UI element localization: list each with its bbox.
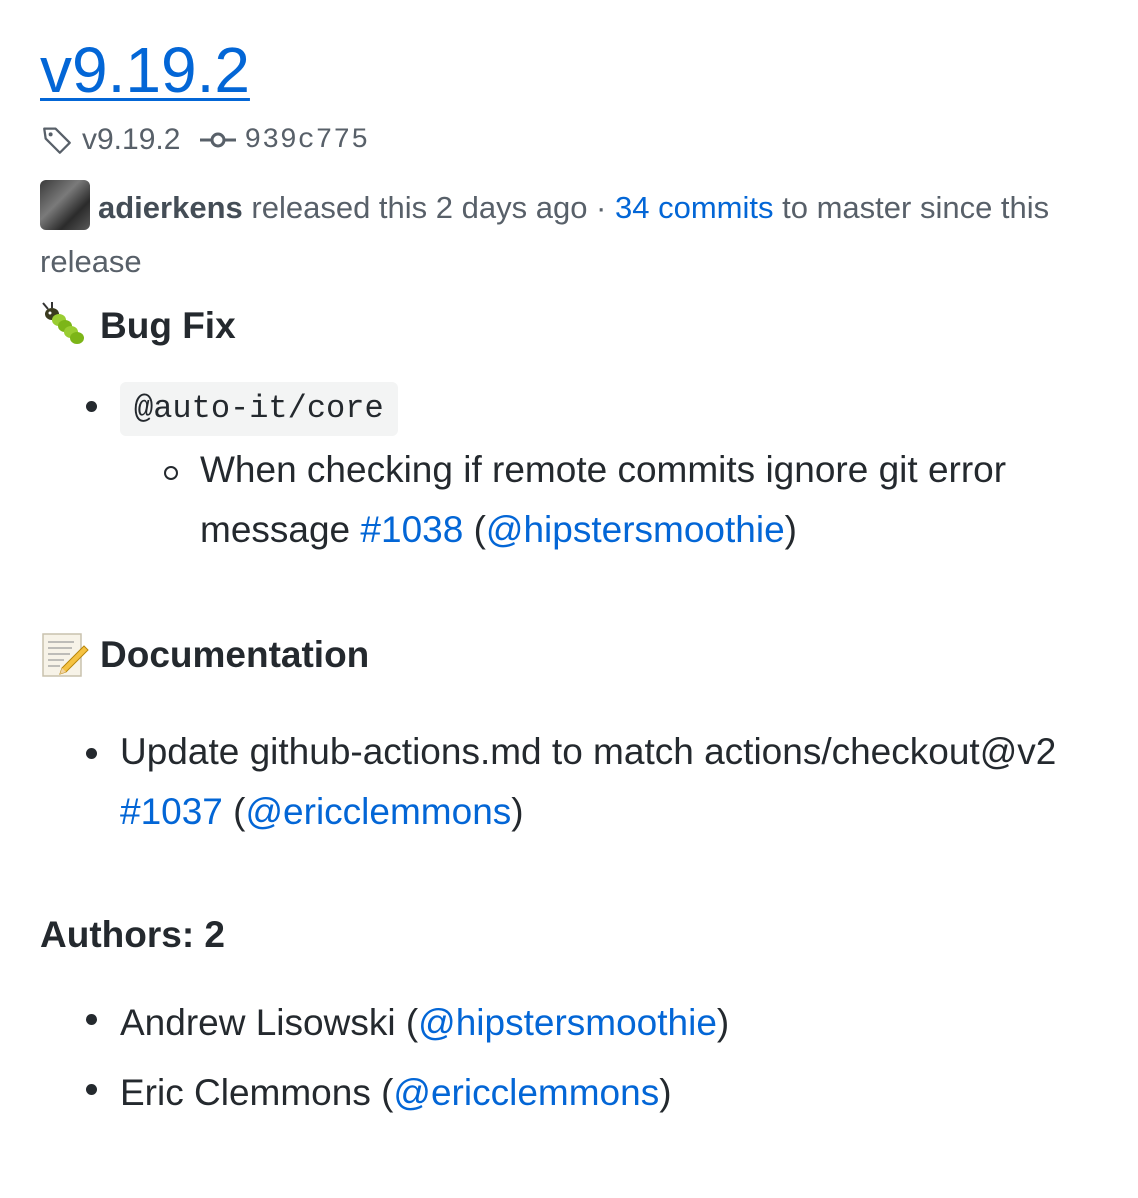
list-item: @auto-it/core When checking if remote co… bbox=[86, 375, 1098, 560]
docs-item-text: Update github-actions.md to match action… bbox=[120, 731, 1057, 772]
author-item: Eric Clemmons (@ericclemmons) bbox=[86, 1058, 1098, 1128]
commit-icon bbox=[200, 132, 237, 148]
tag-icon bbox=[43, 127, 71, 154]
tag-link[interactable]: v9.19.2 bbox=[82, 123, 180, 157]
memo-emoji-icon bbox=[42, 633, 89, 677]
user-link-ericclemmons[interactable]: @ericclemmons bbox=[393, 1072, 659, 1113]
pr-link-1038[interactable]: #1038 bbox=[360, 509, 463, 550]
release-card: v9.19.2 v9.19.2 939c775 adierkens releas… bbox=[0, 0, 1138, 1128]
user-link-hipstersmoothie[interactable]: @hipstersmoothie bbox=[418, 1002, 717, 1043]
author-link[interactable]: adierkens bbox=[98, 190, 243, 225]
list-item: When checking if remote commits ignore g… bbox=[164, 440, 1098, 560]
release-title-link[interactable]: v9.19.2 bbox=[40, 30, 250, 110]
avatar[interactable] bbox=[40, 180, 90, 230]
docs-title: Documentation bbox=[100, 634, 370, 675]
close-paren: ) bbox=[659, 1072, 672, 1113]
commit-link[interactable]: 939c775 bbox=[244, 125, 369, 156]
list-item: Update github-actions.md to match action… bbox=[86, 722, 1098, 842]
bugfix-heading: Bug Fix bbox=[40, 295, 1098, 357]
author-item: Andrew Lisowski (@hipstersmoothie) bbox=[86, 988, 1098, 1058]
close-paren: ) bbox=[511, 791, 524, 832]
commits-link[interactable]: 34 commits bbox=[615, 190, 773, 225]
authors-heading: Authors: 2 bbox=[40, 914, 225, 955]
bugfix-list: @auto-it/core When checking if remote co… bbox=[40, 375, 1098, 560]
authors-list: Andrew Lisowski (@hipstersmoothie) Eric … bbox=[40, 988, 1098, 1128]
docs-list: Update github-actions.md to match action… bbox=[40, 722, 1098, 842]
author-name: Eric Clemmons ( bbox=[120, 1072, 394, 1113]
bug-emoji-icon bbox=[42, 302, 84, 344]
open-paren: ( bbox=[233, 791, 246, 832]
open-paren: ( bbox=[473, 509, 486, 550]
bugfix-title: Bug Fix bbox=[100, 305, 236, 346]
release-meta: v9.19.2 939c775 bbox=[40, 120, 1098, 160]
released-text: released this 2 days ago · bbox=[251, 190, 607, 225]
author-name: Andrew Lisowski ( bbox=[120, 1002, 419, 1043]
user-link-hipstersmoothie[interactable]: @hipstersmoothie bbox=[486, 509, 785, 550]
user-link-ericclemmons[interactable]: @ericclemmons bbox=[246, 791, 512, 832]
release-byline: adierkens released this 2 days ago · 34 … bbox=[40, 180, 1098, 289]
close-paren: ) bbox=[716, 1002, 730, 1043]
close-paren: ) bbox=[784, 509, 797, 550]
bugfix-sublist: When checking if remote commits ignore g… bbox=[120, 440, 1098, 560]
pr-link-1037[interactable]: #1037 bbox=[120, 791, 223, 832]
docs-heading: Documentation bbox=[40, 624, 1098, 686]
package-code: @auto-it/core bbox=[120, 382, 398, 436]
